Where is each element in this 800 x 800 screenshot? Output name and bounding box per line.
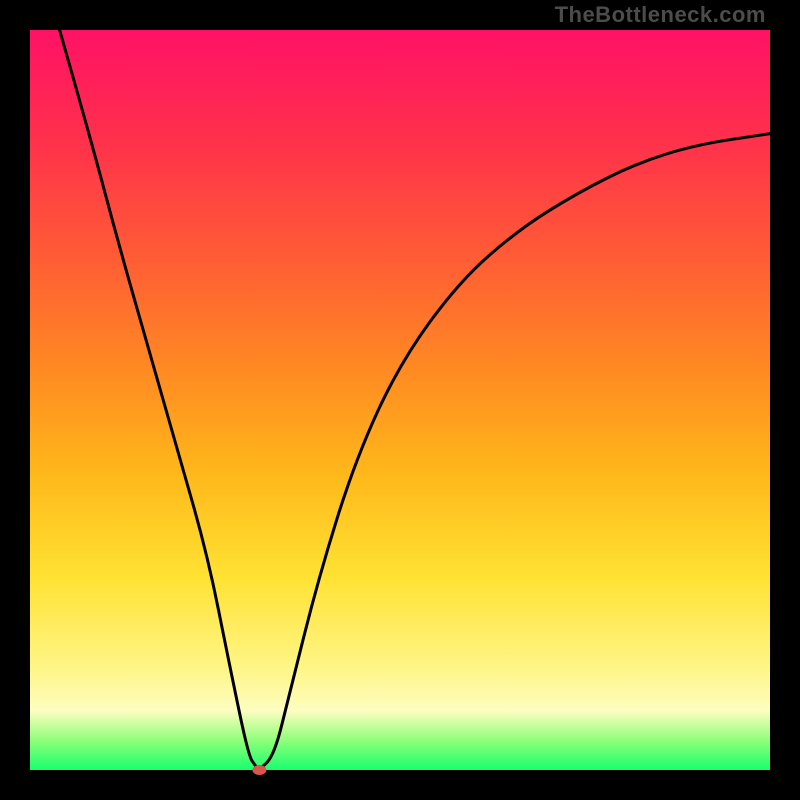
plot-area [30,30,770,770]
curve-svg [30,30,770,770]
min-point-marker [252,765,266,775]
chart-frame: TheBottleneck.com [0,0,800,800]
watermark-text: TheBottleneck.com [555,2,766,28]
bottleneck-curve [60,30,770,768]
